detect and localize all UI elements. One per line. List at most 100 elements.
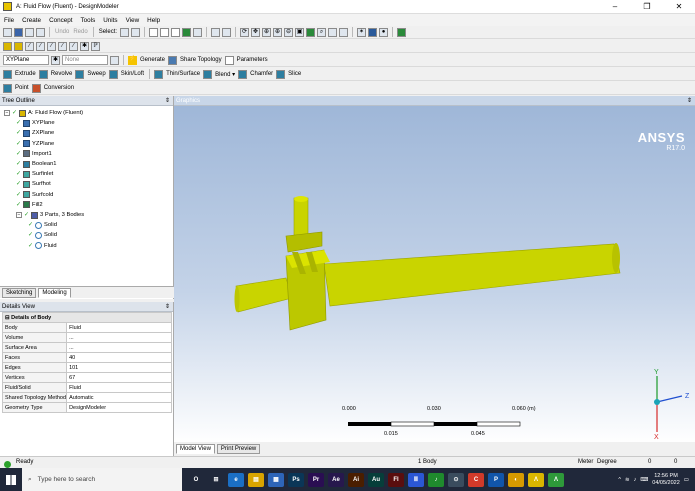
pipe-flange[interactable] — [285, 231, 323, 253]
isometric-view-icon[interactable]: ✶ — [357, 27, 367, 37]
tree-item[interactable]: ✓ Surfinlet — [16, 169, 53, 179]
units-length[interactable]: Meter — [578, 459, 593, 465]
fluid-tube-body[interactable] — [323, 243, 621, 307]
taskbar-app-icon[interactable]: Ⅲ — [408, 472, 424, 487]
pin-icon[interactable]: ⇕ — [165, 302, 170, 311]
details-row[interactable]: Shared Topology Method Automatic — [1, 392, 172, 403]
select-edges-icon[interactable] — [160, 27, 170, 37]
taskbar-app-icon[interactable]: ▤ — [248, 472, 264, 487]
start-button[interactable] — [0, 468, 22, 491]
zoom-out-icon[interactable]: ⊖ — [284, 27, 294, 37]
new-sketch-icon[interactable] — [3, 41, 12, 51]
vertical-pipe[interactable] — [293, 197, 309, 239]
tree-item[interactable]: ✓ YZPlane — [16, 139, 54, 149]
tree-item[interactable]: ✓ Fluid — [28, 241, 57, 251]
details-group-row[interactable]: ⊟ Details of Body — [2, 312, 172, 323]
look-at-icon[interactable]: ∕ — [36, 41, 45, 51]
tree-expand-toggle[interactable]: − — [4, 110, 10, 116]
3d-viewport[interactable]: ANSYS R17.0 Z Y X 0.000 0.030 0.060 (m) … — [174, 106, 695, 444]
new-icon[interactable] — [3, 27, 12, 37]
details-row[interactable]: Vertices 67 — [1, 372, 172, 383]
menu-tools[interactable]: Tools — [77, 17, 100, 24]
zoom-to-fit-icon[interactable] — [306, 27, 316, 37]
thin-surface-button[interactable]: Thin/Surface — [165, 71, 201, 77]
tree-item[interactable]: ✓ Solid — [28, 220, 57, 230]
new-plane-icon[interactable]: ∕ — [25, 41, 34, 51]
parameters-button[interactable]: Parameters — [236, 57, 269, 63]
taskbar-clock[interactable]: 12:56 PM 04/05/2022 — [652, 473, 680, 487]
sketch-mode-icon[interactable]: ℙ — [91, 41, 100, 51]
details-row[interactable]: Surface Area... — [1, 342, 172, 353]
tree-item[interactable]: ✓ XYPlane — [16, 118, 55, 128]
plane-from-point-icon[interactable]: ∕ — [58, 41, 67, 51]
box-zoom-icon[interactable]: ▣ — [295, 27, 305, 37]
taskbar-app-icon[interactable]: ⊞ — [208, 472, 224, 487]
details-row[interactable]: Geometry Type DesignModeler — [1, 402, 172, 413]
taskbar-app-icon[interactable]: P — [488, 472, 504, 487]
taskbar-app-icon[interactable]: ⊙ — [448, 472, 464, 487]
tree-item[interactable]: ✓ Fill2 — [16, 200, 43, 210]
select-points-icon[interactable] — [149, 27, 159, 37]
pin-icon[interactable]: ✱ — [80, 41, 89, 51]
select-bodies-icon[interactable] — [182, 27, 192, 37]
point-button[interactable]: Point — [14, 85, 30, 91]
extend-selection-icon[interactable] — [193, 27, 203, 37]
slice-button[interactable]: Slice — [287, 71, 302, 77]
active-plane-select[interactable]: XYPlane — [3, 55, 49, 65]
details-value[interactable]: 101 — [66, 362, 172, 373]
next-view-icon[interactable] — [339, 27, 349, 37]
tree-item[interactable]: − ✓ 3 Parts, 3 Bodies — [16, 210, 84, 220]
paint-select-icon[interactable] — [222, 27, 232, 37]
pin-icon[interactable]: ⇕ — [687, 96, 692, 105]
menu-concept[interactable]: Concept — [45, 17, 76, 24]
taskbar-app-icon[interactable]: ▦ — [268, 472, 284, 487]
taskbar-app-icon[interactable]: Au — [368, 472, 384, 487]
network-icon[interactable]: ≋ — [625, 477, 630, 483]
tab-modeling[interactable]: Modeling — [38, 288, 71, 298]
maximize-button[interactable]: ❐ — [631, 0, 663, 14]
taskbar-app-icon[interactable]: ♪ — [428, 472, 444, 487]
details-value[interactable]: Automatic — [66, 392, 172, 403]
units-angle[interactable]: Degree — [597, 459, 617, 465]
skin-loft-button[interactable]: Skin/Loft — [120, 71, 145, 77]
new-sketch-button-icon[interactable] — [110, 55, 119, 65]
details-value[interactable]: 67 — [66, 372, 172, 383]
details-value[interactable]: Fluid — [66, 382, 172, 393]
zoom-in-icon[interactable]: ⊕ — [273, 27, 283, 37]
details-row[interactable]: Body Fluid — [1, 322, 172, 333]
taskbar-app-icon[interactable]: Fl — [388, 472, 404, 487]
tree-item[interactable]: ✓ Import1 — [16, 149, 52, 159]
taskbar-app-icon[interactable]: e — [228, 472, 244, 487]
taskbar-search-box[interactable]: ⌕ Type here to search — [22, 468, 182, 491]
tree-item[interactable]: ✓ Boolean1 — [16, 159, 57, 169]
tree-item[interactable]: ✓ Surfcold — [16, 190, 53, 200]
rotate-icon[interactable]: ⟳ — [240, 27, 250, 37]
screenshot-icon[interactable] — [36, 27, 45, 37]
notification-icon[interactable]: ▭ — [684, 477, 689, 483]
box-select-icon[interactable] — [211, 27, 221, 37]
select-filter-icon[interactable] — [131, 27, 141, 37]
export-icon[interactable] — [25, 27, 34, 37]
blend-button[interactable]: Blend ▾ — [214, 71, 236, 78]
undo-button[interactable]: Undo — [54, 29, 70, 35]
select-faces-icon[interactable] — [171, 27, 181, 37]
taskbar-app-icon[interactable]: C — [468, 472, 484, 487]
taskbar-app-icon[interactable]: Ae — [328, 472, 344, 487]
details-value[interactable]: 40 — [66, 352, 172, 363]
sweep-button[interactable]: Sweep — [86, 71, 106, 77]
volume-icon[interactable]: ♪ — [634, 477, 637, 483]
taskbar-app-icon[interactable]: Λ — [528, 472, 544, 487]
magnifier-icon[interactable]: ⌕ — [317, 27, 327, 37]
display-mode-icon[interactable] — [368, 27, 378, 37]
plane-axis-icon[interactable]: ✱ — [51, 55, 60, 65]
conversion-button[interactable]: Conversion — [43, 85, 75, 91]
taskbar-app-icon[interactable]: Λ — [548, 472, 564, 487]
details-value[interactable]: ... — [66, 342, 172, 353]
tree-item[interactable]: ✓ ZXPlane — [16, 128, 54, 138]
taskbar-app-icon[interactable]: Ps — [288, 472, 304, 487]
revolve-button[interactable]: Revolve — [50, 71, 74, 77]
details-value[interactable]: Fluid — [66, 322, 172, 333]
share-topology-button[interactable]: Share Topology — [179, 57, 223, 63]
sketch-color-icon[interactable] — [14, 41, 23, 51]
plane-from-face-icon[interactable]: ∕ — [47, 41, 56, 51]
